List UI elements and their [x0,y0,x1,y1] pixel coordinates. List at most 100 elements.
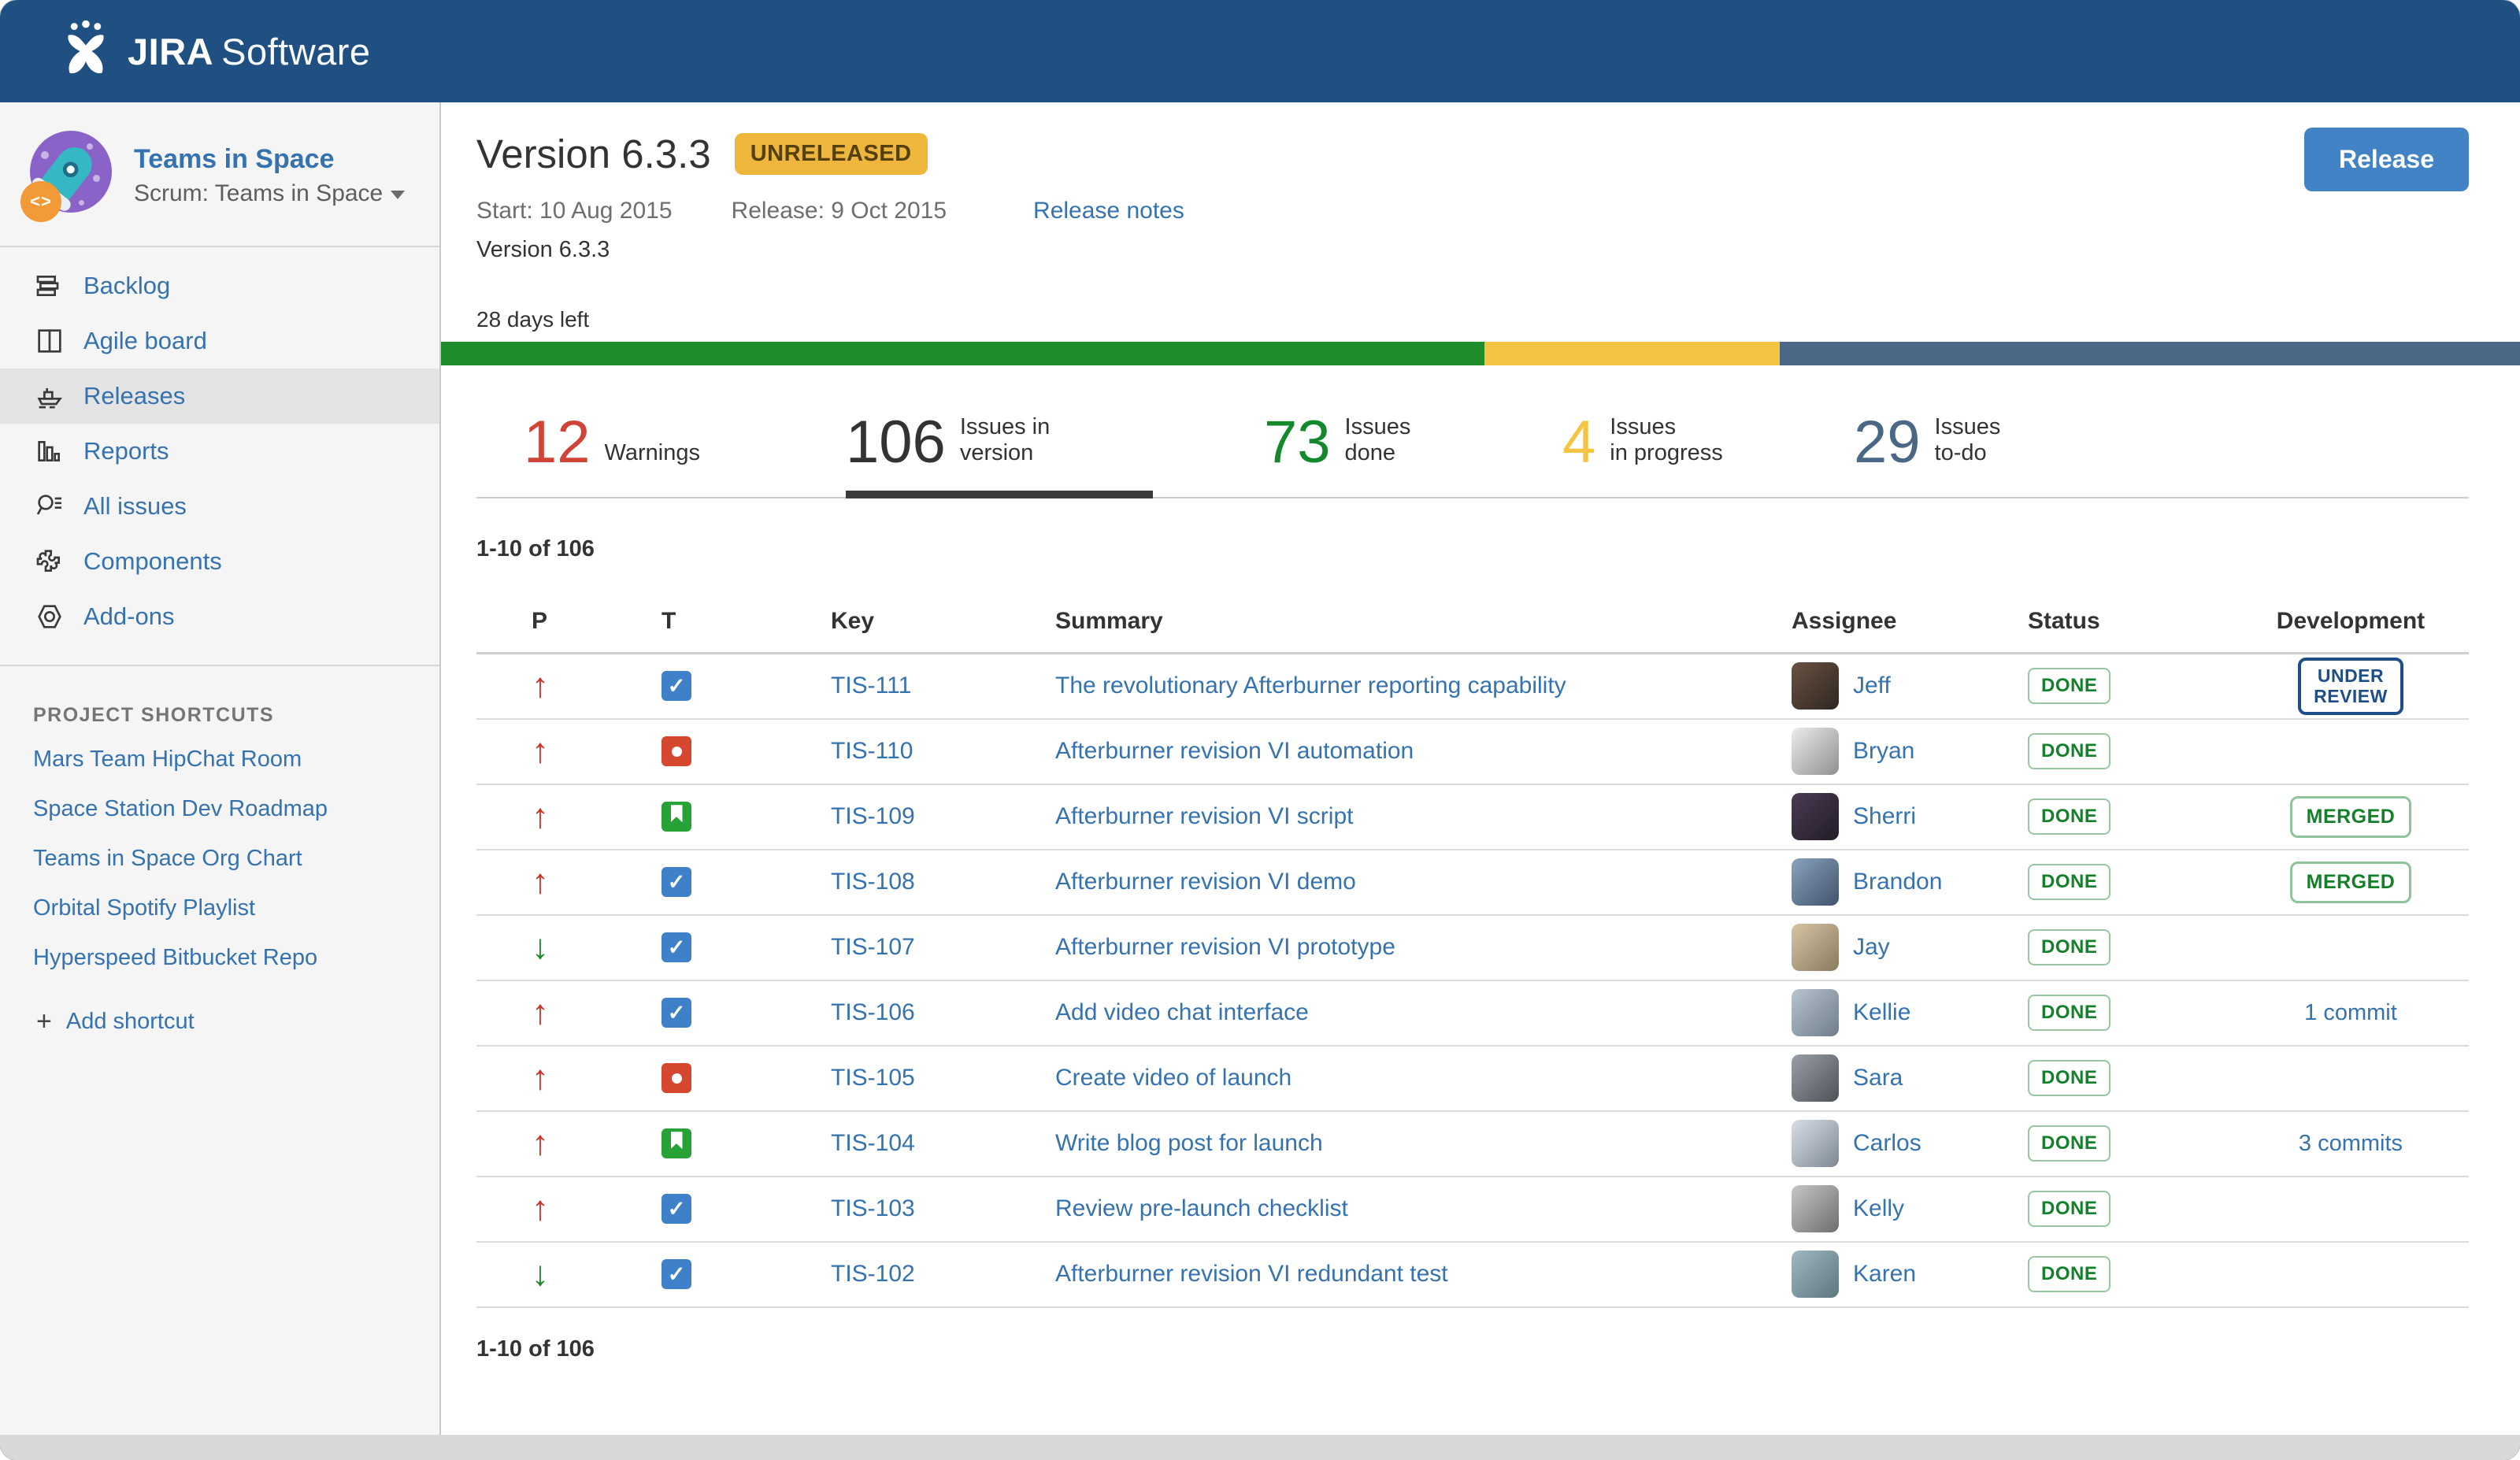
assignee-link[interactable]: Kelly [1853,1195,1904,1222]
jira-software-logo[interactable]: JIRA Software [57,20,371,82]
issue-summary-link[interactable]: Afterburner revision VI script [1055,803,1353,829]
avatar [1792,1120,1839,1168]
assignee-link[interactable]: Karen [1853,1261,1916,1288]
result-range-bottom: 1-10 of 106 [476,1336,595,1362]
stat-value: 29 [1854,409,1921,476]
release-page: Version 6.3.3 UNRELEASED Release Start: … [441,102,2520,1435]
sidebar-item-all-issues[interactable]: All issues [0,479,439,534]
sidebar-item-label: Components [83,547,222,575]
add-shortcut-button[interactable]: + Add shortcut [0,983,439,1037]
issue-summary-link[interactable]: Afterburner revision VI redundant test [1055,1261,1448,1287]
stat-value: 4 [1562,409,1596,476]
assignee-link[interactable]: Jay [1853,934,1890,961]
table-row-tis-105: ↑ TIS-105 Create video of launch Sara DONE [476,1047,2469,1112]
project-name[interactable]: Teams in Space [134,143,405,176]
progress-segment-in-progress[interactable] [1484,342,1781,365]
board-switcher[interactable]: Scrum: Teams in Space [134,180,406,207]
stat-issues-to-do[interactable]: 29 Issues to-do [1854,409,2000,497]
sidebar-item-add-ons[interactable]: Add-ons [0,589,439,644]
column-header-assignee: Assignee [1792,607,1897,634]
issue-summary-link[interactable]: Afterburner revision VI automation [1055,738,1414,764]
issue-key-link[interactable]: TIS-107 [831,934,915,960]
stat-label: Issues in version [959,414,1051,466]
days-left-label: 28 days left [476,307,590,332]
sidebar-item-components[interactable]: Components [0,534,439,589]
issue-type-task-icon: ✓ [662,1259,691,1290]
dev-status-badge[interactable]: UNDER REVIEW [2298,657,2403,715]
table-row-tis-110: ↑ TIS-110 Afterburner revision VI automati… [476,720,2469,785]
jira-window: JIRA Software <> Teams in Space Scrum: T… [0,0,2520,1460]
shortcut-link-1[interactable]: Mars Team HipChat Room [33,747,302,772]
table-row-tis-106: ↑ ✓ TIS-106 Add video chat interface Kellie D… [476,981,2469,1047]
assignee-link[interactable]: Jeff [1853,673,1891,699]
issue-summary-link[interactable]: The revolutionary Afterburner reporting … [1055,673,1566,699]
shortcut-item: Mars Team HipChat Room [0,735,439,784]
issue-key-link[interactable]: TIS-110 [831,738,914,764]
issue-key-link[interactable]: TIS-111 [831,673,911,699]
release-button[interactable]: Release [2304,128,2469,191]
issue-key-link[interactable]: TIS-105 [831,1065,915,1091]
issue-key-link[interactable]: TIS-103 [831,1195,915,1221]
sidebar-item-agile-board[interactable]: Agile board [0,313,439,369]
priority-down-icon: ↓ [532,1254,549,1294]
assignee-link[interactable]: Carlos [1853,1130,1922,1157]
table-row-tis-102: ↓ ✓ TIS-102 Afterburner revision VI redunda… [476,1243,2469,1308]
issue-summary-link[interactable]: Review pre-launch checklist [1055,1195,1348,1221]
assignee-link[interactable]: Kellie [1853,999,1910,1026]
column-header-status: Status [2028,607,2100,634]
shortcut-link-5[interactable]: Hyperspeed Bitbucket Repo [33,945,317,970]
assignee-link[interactable]: Bryan [1853,738,1914,765]
avatar [1792,728,1839,776]
stat-issues-in-progress[interactable]: 4 Issues in progress [1562,409,1854,497]
sidebar-item-label: Agile board [83,327,207,354]
progress-segment-to-do[interactable] [1780,342,2520,365]
shortcut-link-3[interactable]: Teams in Space Org Chart [33,846,302,871]
release-notes-link[interactable]: Release notes [1033,198,1184,224]
dev-status-badge[interactable]: MERGED [2289,861,2412,903]
issue-summary-link[interactable]: Write blog post for launch [1055,1130,1323,1156]
issue-summary-link[interactable]: Add video chat interface [1055,999,1309,1025]
issue-type-bug-icon [662,736,691,767]
sidebar-item-backlog[interactable]: Backlog [0,258,439,313]
status-badge: DONE [2028,1060,2111,1097]
issue-key-link[interactable]: TIS-108 [831,869,915,895]
assignee-link[interactable]: Sara [1853,1065,1903,1091]
issue-summary-link[interactable]: Create video of launch [1055,1065,1292,1091]
issue-summary-link[interactable]: Afterburner revision VI prototype [1055,934,1395,960]
issue-table-body: ↑ ✓ TIS-111 The revolutionary Afterburner r… [476,654,2469,1308]
sidebar-item-releases[interactable]: Releases [0,369,439,424]
plus-icon: + [36,1006,52,1036]
sidebar-item-reports[interactable]: Reports [0,424,439,479]
shortcut-item: Orbital Spotify Playlist [0,884,439,933]
issue-key-link[interactable]: TIS-109 [831,803,915,829]
issue-type-task-icon: ✓ [662,1194,691,1225]
assignee-link[interactable]: Sherri [1853,803,1916,830]
stat-issues-done[interactable]: 73 Issues done [1264,413,1562,497]
issue-table-header: P T Key Summary Assignee Status Development [476,608,2469,654]
assignee-link[interactable]: Brandon [1853,869,1942,895]
shortcut-link-2[interactable]: Space Station Dev Roadmap [33,796,328,821]
avatar [1792,793,1839,841]
commit-link[interactable]: 1 commit [2304,1000,2397,1025]
bar-chart-icon [33,435,66,468]
issue-key-link[interactable]: TIS-104 [831,1130,915,1156]
stat-issues-in-version[interactable]: 106 Issues in version [846,413,1264,498]
issue-type-story-icon [662,1128,691,1159]
avatar [1792,858,1839,906]
status-badge: DONE [2028,995,2111,1032]
sidebar-item-label: All issues [83,492,187,520]
priority-up-icon: ↑ [532,993,549,1032]
commit-link[interactable]: 3 commits [2299,1131,2403,1156]
issue-key-link[interactable]: TIS-102 [831,1261,915,1287]
issue-summary-link[interactable]: Afterburner revision VI demo [1055,869,1356,895]
avatar [1792,1251,1839,1299]
issue-type-story-icon [662,802,691,832]
search-list-icon [33,490,66,523]
issue-key-link[interactable]: TIS-106 [831,999,915,1025]
progress-segment-done[interactable] [441,342,1485,365]
project-shortcuts-heading: PROJECT SHORTCUTS [33,704,275,726]
shortcut-link-4[interactable]: Orbital Spotify Playlist [33,895,255,921]
dev-status-badge[interactable]: MERGED [2289,795,2412,838]
stat-warnings[interactable]: 12 Warnings [524,413,846,497]
status-badge: DONE [2028,799,2111,836]
